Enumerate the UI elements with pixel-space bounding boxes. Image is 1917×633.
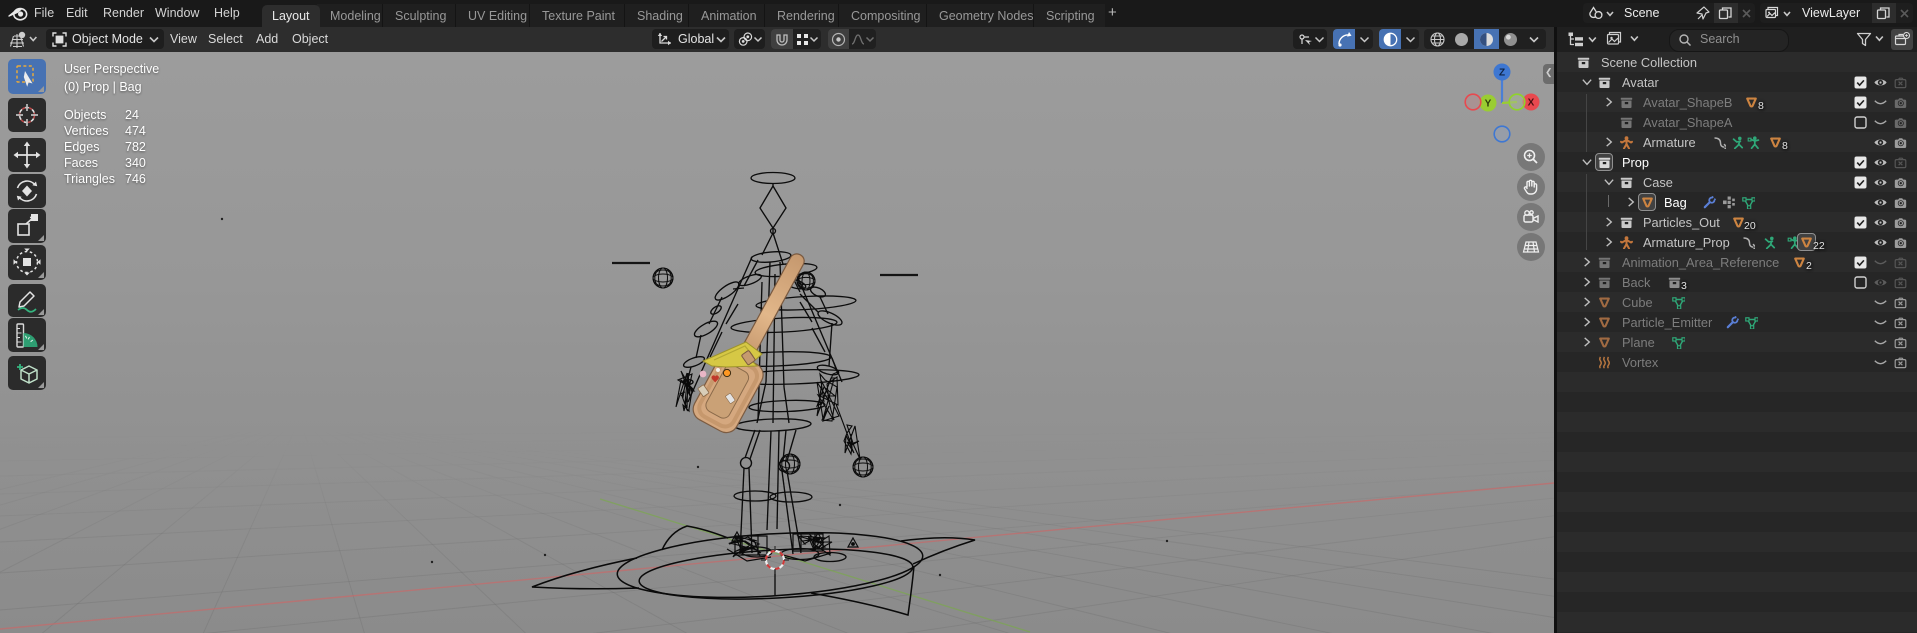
svg-text:Z: Z — [1499, 68, 1505, 79]
svg-text:Y: Y — [1485, 99, 1492, 110]
svg-text:X: X — [1528, 98, 1535, 109]
